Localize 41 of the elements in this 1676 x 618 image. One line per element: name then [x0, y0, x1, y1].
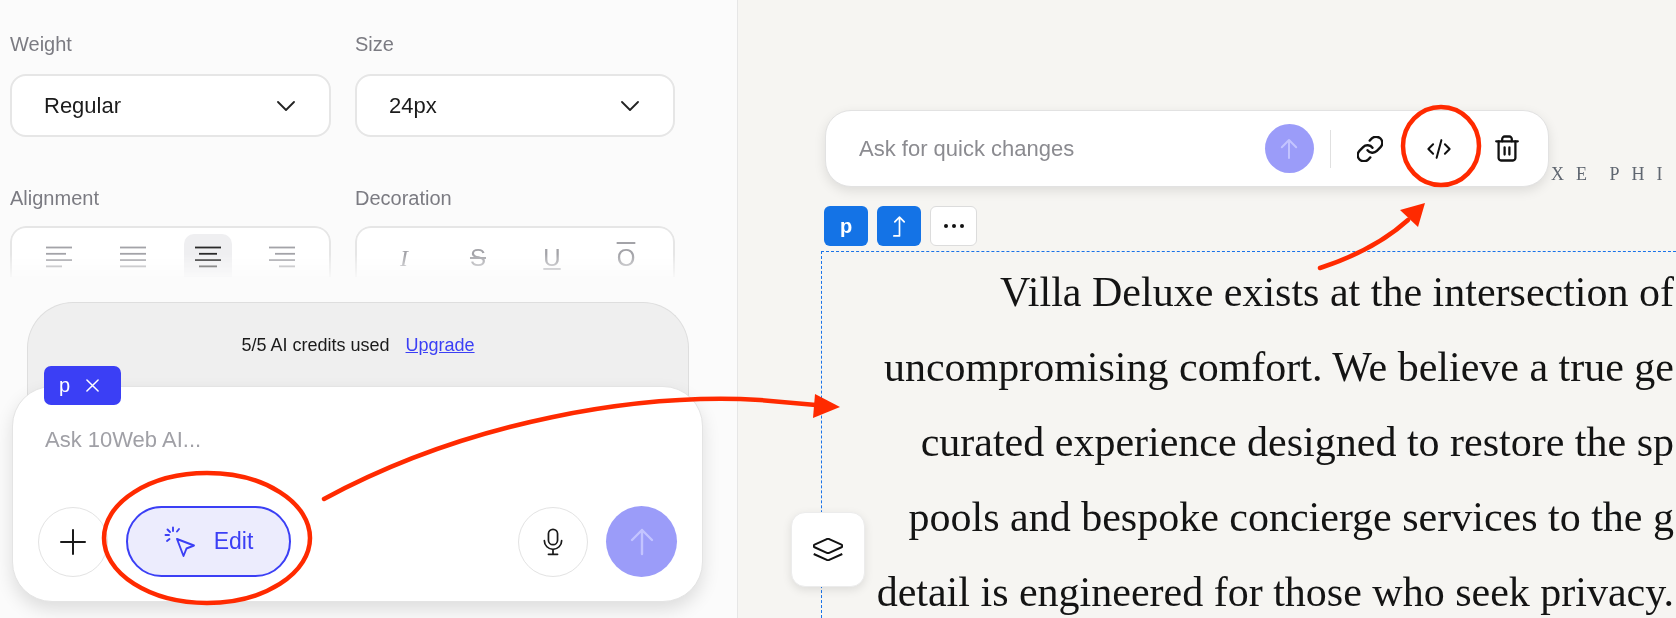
context-chip[interactable]: p	[44, 366, 121, 405]
decoration-label: Decoration	[355, 186, 452, 210]
weight-label: Weight	[10, 32, 72, 56]
quick-change-input[interactable]: Ask for quick changes	[859, 130, 1249, 167]
cursor-click-icon	[163, 525, 196, 558]
element-tag[interactable]: p	[824, 206, 868, 246]
chevron-down-icon	[621, 100, 639, 111]
paragraph-line: uncompromising comfort. We believe a true ge	[883, 343, 1674, 392]
arrow-up-icon	[628, 527, 655, 556]
arrow-up-icon	[1280, 137, 1298, 160]
quick-edit-toolbar[interactable]: Ask for quick changes	[825, 110, 1549, 187]
code-icon	[1426, 137, 1452, 160]
paragraph-line: curated experience designed to restore the sp	[920, 418, 1674, 467]
alignment-option[interactable]	[183, 234, 232, 277]
heading-text: XE PHI	[1551, 163, 1675, 186]
chat-input[interactable]: Ask 10Web AI...	[45, 420, 645, 460]
more-icon	[943, 224, 964, 228]
align-left-icon	[46, 246, 73, 268]
corner-up-arrow-icon	[891, 214, 907, 238]
alignment-label: Alignment	[10, 186, 99, 210]
layers-button[interactable]	[791, 512, 865, 587]
paragraph-line: Villa Deluxe exists at the intersection of	[1000, 268, 1674, 317]
link-icon	[1357, 135, 1383, 162]
close-icon[interactable]	[86, 379, 100, 392]
credits-notice: 5/5 AI credits used	[241, 334, 390, 356]
size-label: Size	[355, 32, 394, 56]
microphone-icon	[543, 527, 563, 556]
layers-icon	[813, 538, 843, 561]
size-dropdown[interactable]: 24px	[355, 74, 675, 137]
edit-button[interactable]: Edit	[126, 506, 291, 577]
align-center-icon	[194, 246, 221, 268]
select-parent-button[interactable]	[877, 206, 921, 246]
plus-icon	[60, 528, 86, 555]
weight-dropdown[interactable]: Regular	[10, 74, 331, 137]
align-justify-icon	[120, 246, 147, 268]
chevron-down-icon	[277, 100, 295, 111]
trash-icon	[1495, 135, 1519, 162]
paragraph-line: detail is engineered for those who seek privacy.	[876, 568, 1674, 617]
align-right-icon	[268, 246, 295, 268]
paragraph-line: pools and bespoke concierge services to the g	[908, 493, 1674, 542]
upgrade-link[interactable]: Upgrade	[405, 334, 475, 356]
